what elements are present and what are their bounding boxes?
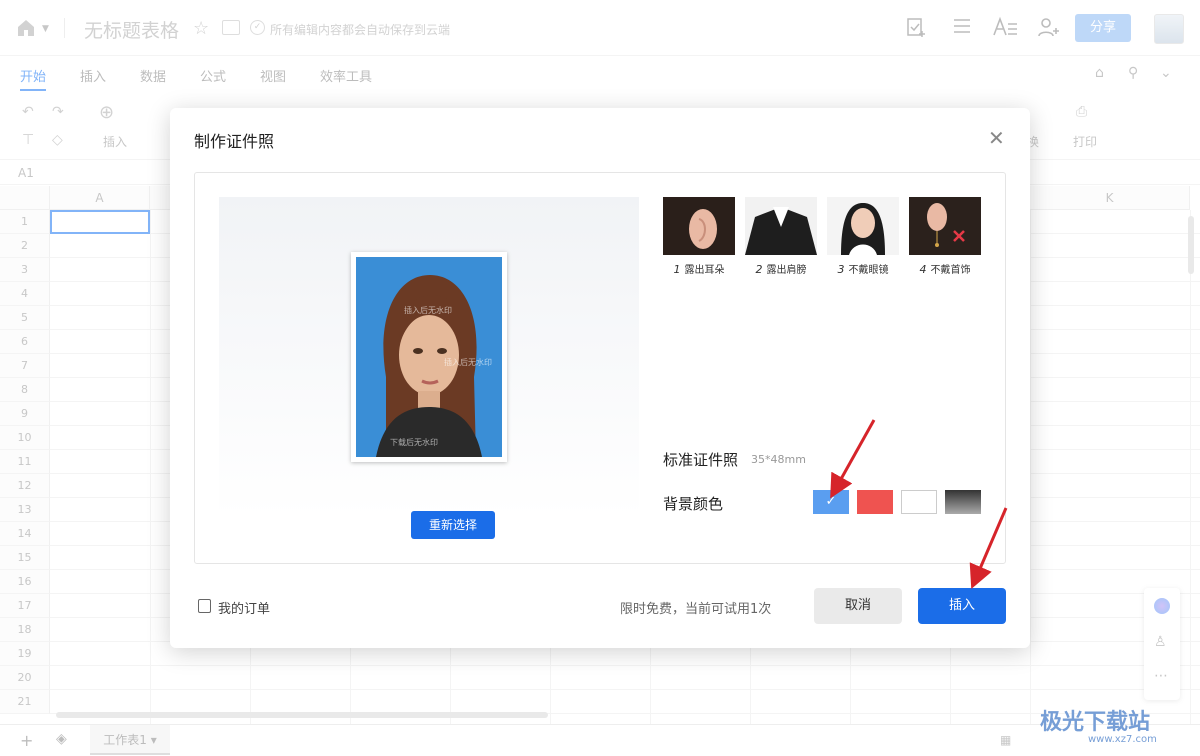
bg-swatch-gray[interactable] [945, 490, 981, 514]
tip-label: 不戴眼镜 [848, 265, 889, 276]
background-color-label: 背景颜色 [663, 495, 724, 513]
id-photo: 插入后无水印 插入后无水印 下载后无水印 [351, 252, 507, 462]
photo-watermark: 插入后无水印 [404, 306, 452, 315]
reselect-button[interactable]: 重新选择 [411, 511, 495, 539]
tip-show-shoulders: 2 露出肩膀 [745, 197, 817, 276]
tip-image [909, 197, 981, 255]
tip-label: 露出耳朵 [684, 265, 725, 276]
photo-watermark: 下载后无水印 [390, 438, 438, 447]
standard-photo-size: 35*48mm [751, 453, 806, 466]
tip-image [745, 197, 817, 255]
photo-watermark: 插入后无水印 [444, 358, 492, 367]
tip-number: 1 [673, 263, 681, 276]
cancel-button[interactable]: 取消 [814, 588, 902, 624]
tip-image [827, 197, 899, 255]
photo-preview-area: 插入后无水印 插入后无水印 下载后无水印 重新选择 [219, 197, 639, 539]
tip-no-jewelry: 4 不戴首饰 [909, 197, 981, 276]
dialog-content: 插入后无水印 插入后无水印 下载后无水印 重新选择 1露出耳朵 2露出肩膀 [194, 172, 1006, 564]
dialog-title: 制作证件照 [194, 132, 275, 151]
tip-number: 3 [837, 263, 845, 276]
tip-show-ears: 1 露出耳朵 [663, 197, 735, 276]
insert-button[interactable]: 插入 [918, 588, 1006, 624]
standard-photo-label: 标准证件照 [663, 451, 739, 469]
tip-label: 露出肩膀 [766, 265, 807, 276]
tip-label: 不戴首饰 [930, 265, 971, 276]
tip-number: 2 [755, 263, 763, 276]
bg-swatch-red[interactable] [857, 490, 893, 514]
tip-image [663, 197, 735, 255]
tip-number: 4 [919, 263, 927, 276]
bg-swatch-white[interactable] [901, 490, 937, 514]
my-orders-link[interactable]: 我的订单 [218, 598, 270, 617]
free-trial-text: 限时免费，当前可试用1次 [620, 602, 772, 617]
tip-no-glasses: 3 不戴眼镜 [827, 197, 899, 276]
close-icon[interactable]: ✕ [988, 128, 1005, 148]
id-photo-dialog: 制作证件照 ✕ 插入后无水印 插入后无水印 下载后无水印 重新选择 1 露出耳朵… [170, 108, 1030, 648]
portrait-image: 插入后无水印 插入后无水印 下载后无水印 [356, 257, 502, 457]
bg-swatch-blue[interactable]: ✓ [813, 490, 849, 514]
orders-icon[interactable] [198, 599, 211, 613]
